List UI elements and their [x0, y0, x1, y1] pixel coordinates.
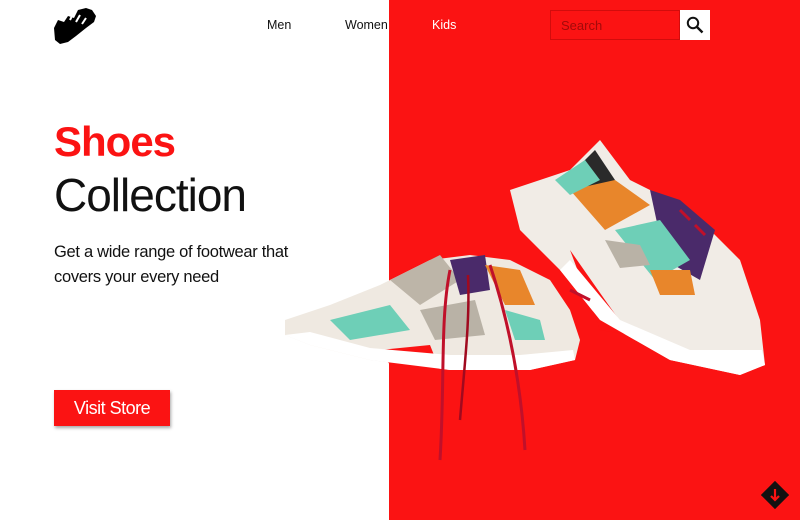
sneaker-left	[285, 255, 580, 461]
shoe-logo-icon[interactable]	[52, 6, 98, 46]
nav-item-kids[interactable]: Kids	[432, 18, 456, 34]
nav-item-men[interactable]: Men	[267, 18, 291, 34]
hero-title-main: Collection	[54, 169, 247, 221]
nav-item-women[interactable]: Women	[345, 18, 388, 34]
search-bar	[550, 10, 710, 40]
search-input[interactable]	[550, 10, 680, 40]
scroll-down-icon[interactable]	[761, 481, 789, 509]
search-button[interactable]	[680, 10, 710, 40]
visit-store-button[interactable]: Visit Store	[54, 390, 170, 426]
hero-title-accent: Shoes	[54, 118, 176, 165]
search-icon	[686, 16, 704, 34]
sneakers-image	[285, 140, 765, 461]
